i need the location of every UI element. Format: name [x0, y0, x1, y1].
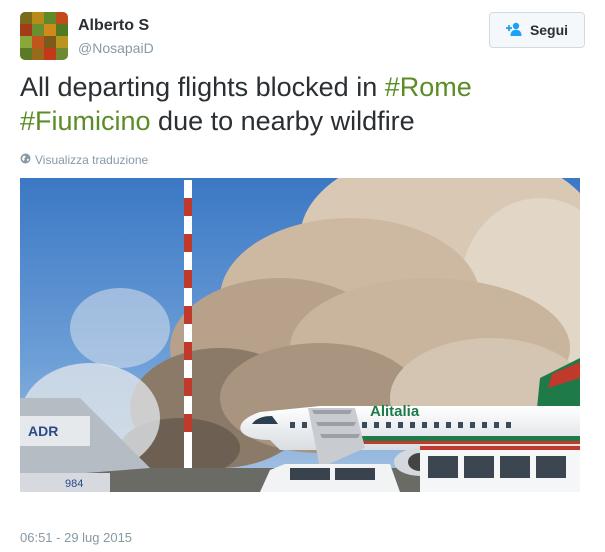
tweet-text-part: due to nearby wildfire — [150, 106, 415, 136]
tweet-timestamp[interactable]: 06:51 - 29 lug 2015 — [20, 530, 132, 545]
hashtag-fiumicino[interactable]: #Fiumicino — [20, 106, 151, 136]
user-handle[interactable]: @NosapaiD — [78, 40, 154, 56]
translate-label: Visualizza traduzione — [35, 153, 149, 167]
tweet-header: Alberto S @NosapaiD Segui — [20, 12, 585, 62]
add-user-icon — [505, 22, 524, 39]
follow-button-label: Segui — [529, 22, 569, 38]
avatar[interactable] — [20, 12, 68, 60]
airline-livery-text: Alitalia — [370, 403, 420, 420]
stair-number-text: 984 — [65, 478, 83, 490]
airport-bus — [420, 446, 580, 492]
hashtag-rome[interactable]: #Rome — [385, 72, 472, 102]
stair-sign-text: ADR — [28, 423, 58, 439]
tweet-text-part: All departing flights blocked in — [20, 72, 385, 102]
globe-icon — [20, 153, 31, 167]
tweet-photo[interactable]: Alitalia ADR 984 — [20, 178, 580, 492]
follow-button[interactable]: Segui — [489, 12, 585, 48]
antenna-mast — [184, 180, 192, 470]
service-van — [260, 464, 400, 492]
translate-link[interactable]: Visualizza traduzione — [20, 153, 148, 167]
tweet-text: All departing flights blocked in #Rome #F… — [20, 70, 580, 138]
user-name[interactable]: Alberto S — [78, 17, 149, 35]
